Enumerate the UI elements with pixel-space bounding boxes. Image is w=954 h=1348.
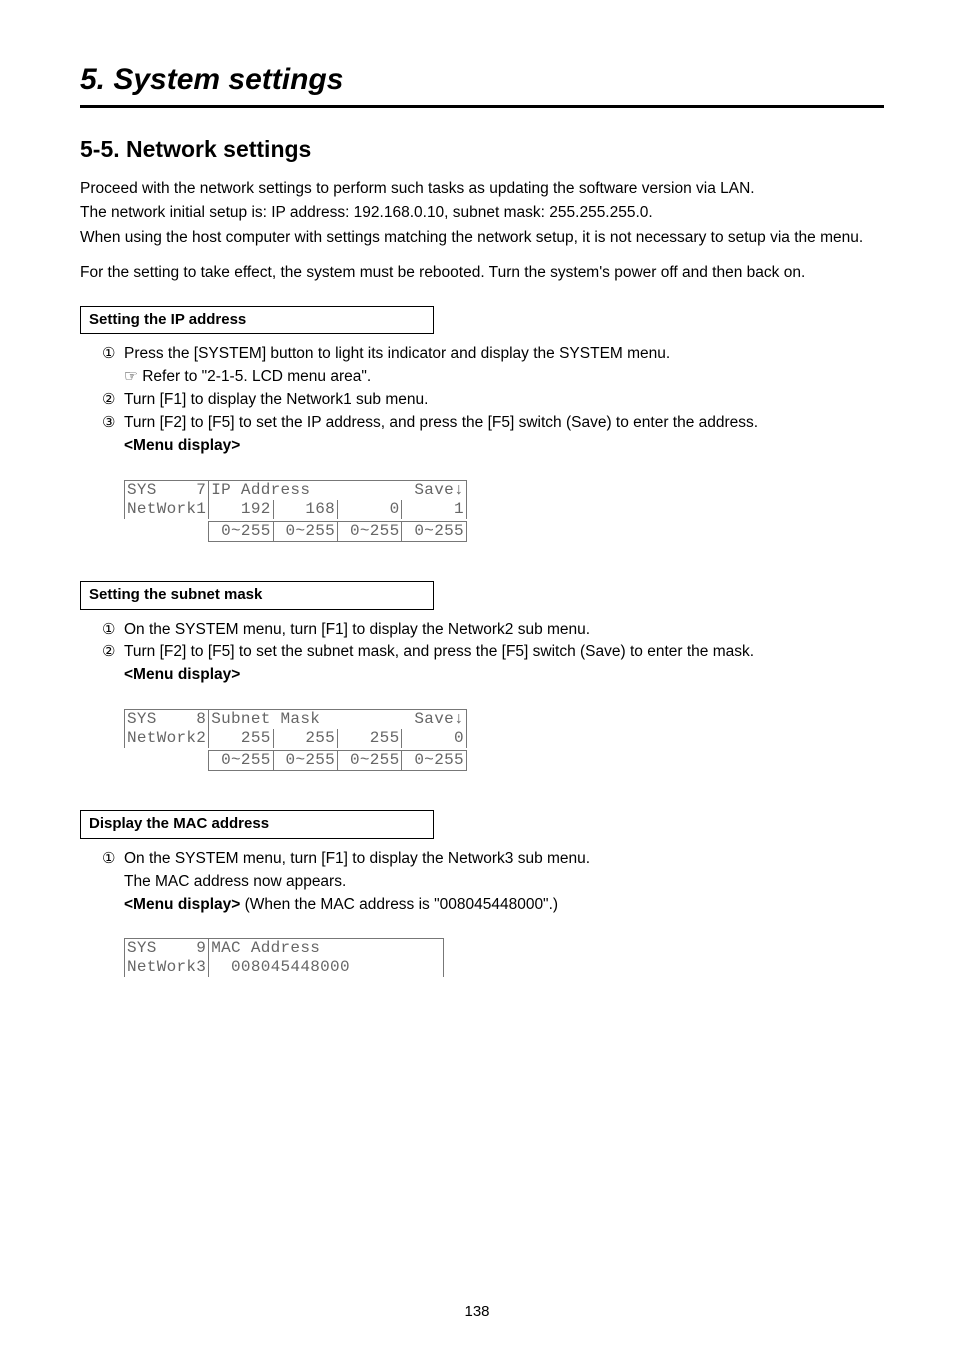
ip-heading-box: Setting the IP address [80,306,434,334]
lcd-cell: 168 [273,500,337,519]
lcd-cell: Save↓ [402,709,466,729]
lcd-cell: NetWork1 [125,500,209,519]
lcd-cell: 255 [273,729,337,748]
step-item: ① Press the [SYSTEM] button to light its… [102,344,884,365]
circled-number-icon: ③ [102,413,115,433]
step-text: Turn [F2] to [F5] to set the subnet mask… [124,643,754,660]
lcd-cell: IP Address [209,480,402,500]
lcd-cell: 255 [338,729,402,748]
lcd-cell: 192 [209,500,273,519]
intro-paragraph: Proceed with the network settings to per… [80,179,884,200]
subnet-heading-box: Setting the subnet mask [80,581,434,609]
lcd-cell: 0~255 [273,521,337,541]
circled-number-icon: ② [102,642,115,662]
step-item: ① On the SYSTEM menu, turn [F1] to displ… [102,620,884,641]
pointer-icon: ☞ [124,368,138,385]
lcd-cell: 0 [402,729,466,748]
page-number: 138 [0,1302,954,1322]
lcd-cell: 0~255 [209,750,273,770]
lcd-cell: Save↓ [402,480,466,500]
menu-display-label: <Menu display> (When the MAC address is … [80,895,884,916]
step-text: On the SYSTEM menu, turn [F1] to display… [124,850,590,867]
intro-paragraph: When using the host computer with settin… [80,228,884,249]
lcd-cell: 008045448000 [209,958,444,977]
menu-display-label: <Menu display> [80,436,884,457]
lcd-cell: NetWork3 [125,958,209,977]
step-item: ② Turn [F2] to [F5] to set the subnet ma… [102,642,884,663]
circled-number-icon: ② [102,390,115,410]
lcd-cell: SYS 8 [125,709,209,729]
menu-display-prefix: <Menu display> [124,896,240,913]
lcd-cell: Subnet Mask [209,709,402,729]
circled-number-icon: ① [102,849,115,869]
lcd-cell: SYS 9 [125,939,209,959]
intro-paragraph: For the setting to take effect, the syst… [80,263,884,284]
chapter-title: 5. System settings [80,60,884,108]
intro-paragraph: The network initial setup is: IP address… [80,203,884,224]
step-text: On the SYSTEM menu, turn [F1] to display… [124,621,590,638]
step-reference: ☞ Refer to "2-1-5. LCD menu area". [102,367,884,388]
lcd-cell: 0~255 [402,750,466,770]
lcd-menu-ip: SYS 7 IP Address Save↓ NetWork1 192 168 … [124,458,884,563]
step-item: ① On the SYSTEM menu, turn [F1] to displ… [102,849,884,870]
mac-heading-box: Display the MAC address [80,810,434,838]
lcd-cell: 0~255 [273,750,337,770]
lcd-menu-subnet: SYS 8 Subnet Mask Save↓ NetWork2 255 255… [124,687,884,792]
section-title: 5-5. Network settings [80,134,884,165]
step-item: ② Turn [F1] to display the Network1 sub … [102,390,884,411]
step-text: Turn [F2] to [F5] to set the IP address,… [124,414,758,431]
menu-display-suffix: (When the MAC address is "008045448000".… [240,896,558,913]
step-item: ③ Turn [F2] to [F5] to set the IP addres… [102,413,884,434]
lcd-cell: 0 [338,500,402,519]
lcd-cell: 0~255 [402,521,466,541]
circled-number-icon: ① [102,344,115,364]
step-text: Press the [SYSTEM] button to light its i… [124,345,670,362]
step-subtext: The MAC address now appears. [102,872,884,893]
lcd-cell: MAC Address [209,939,444,959]
lcd-cell: NetWork2 [125,729,209,748]
menu-display-label: <Menu display> [80,665,884,686]
lcd-cell: 0~255 [338,750,402,770]
reference-text: Refer to "2-1-5. LCD menu area". [138,368,371,385]
circled-number-icon: ① [102,620,115,640]
lcd-cell: 0~255 [338,521,402,541]
step-text: Turn [F1] to display the Network1 sub me… [124,391,428,408]
lcd-cell: 255 [209,729,273,748]
lcd-menu-mac: SYS 9 MAC Address NetWork3 008045448000 [124,917,884,999]
lcd-cell: 1 [402,500,466,519]
lcd-cell: SYS 7 [125,480,209,500]
lcd-cell: 0~255 [209,521,273,541]
step-text: The MAC address now appears. [124,873,346,890]
